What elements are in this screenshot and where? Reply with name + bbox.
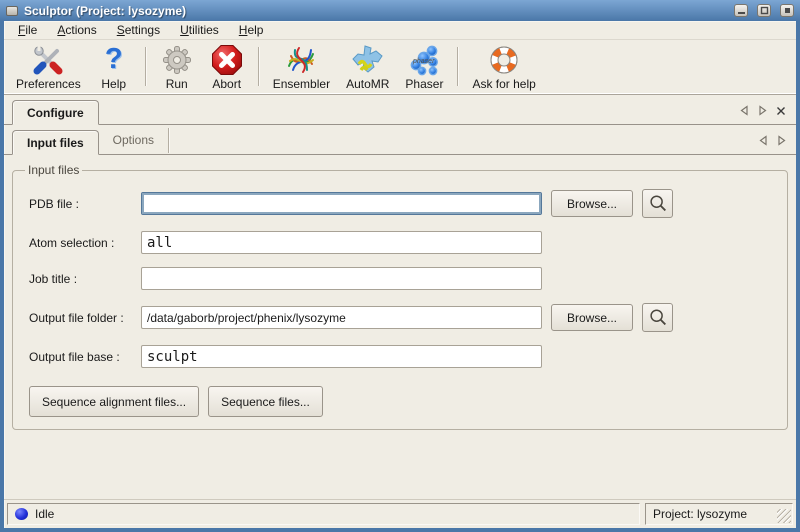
tab-scroll-right-icon[interactable] <box>777 135 786 146</box>
output-folder-row: Output file folder : Browse... <box>29 303 777 332</box>
atom-selection-input[interactable] <box>141 231 542 254</box>
menu-settings[interactable]: Settings <box>107 22 170 38</box>
sequence-alignment-files-button[interactable]: Sequence alignment files... <box>29 386 199 417</box>
blue-spheres-icon: phaser <box>407 43 441 76</box>
job-title-label: Job title : <box>29 272 141 286</box>
red-octagon-x-icon <box>210 43 244 76</box>
toolbar-preferences[interactable]: Preferences <box>8 42 89 94</box>
window-icon <box>6 6 18 16</box>
pdb-file-row: PDB file : Browse... <box>29 189 777 218</box>
toolbar-abort-label: Abort <box>212 77 241 91</box>
sub-tab-row: Input files Options <box>4 125 796 155</box>
tab-options[interactable]: Options <box>99 128 169 153</box>
menu-bar: File Actions Settings Utilities Help <box>4 21 796 39</box>
output-base-label: Output file base : <box>29 350 141 364</box>
output-base-row: Output file base : <box>29 345 777 368</box>
toolbar-run-label: Run <box>166 77 188 91</box>
window-title: Sculptor (Project: lysozyme) <box>24 4 186 18</box>
main-tab-controls <box>730 105 796 124</box>
output-folder-browse-button[interactable]: Browse... <box>551 304 633 331</box>
app-window: Sculptor (Project: lysozyme) File Action… <box>0 0 800 532</box>
phaser-icon-text: phaser <box>412 58 435 65</box>
output-folder-label: Output file folder : <box>29 311 141 325</box>
tab-scroll-left-icon[interactable] <box>740 105 749 116</box>
toolbar-separator <box>457 47 458 86</box>
window-body: File Actions Settings Utilities Help <box>4 21 796 528</box>
toolbar-ask-for-help[interactable]: Ask for help <box>464 42 543 94</box>
sequence-files-button[interactable]: Sequence files... <box>208 386 323 417</box>
close-icon <box>783 6 792 15</box>
tab-scroll-right-icon[interactable] <box>758 105 767 116</box>
input-files-group-title: Input files <box>25 163 82 177</box>
pdb-file-label: PDB file : <box>29 197 141 211</box>
menu-actions[interactable]: Actions <box>47 22 106 38</box>
output-base-input[interactable] <box>141 345 542 368</box>
tab-scroll-left-icon[interactable] <box>759 135 768 146</box>
toolbar-phaser-label: Phaser <box>405 77 443 91</box>
tab-input-files[interactable]: Input files <box>12 130 99 155</box>
pdb-browse-button[interactable]: Browse... <box>551 190 633 217</box>
menu-file[interactable]: File <box>8 22 47 38</box>
tab-configure[interactable]: Configure <box>12 100 99 125</box>
status-cell-project: Project: lysozyme <box>645 503 793 525</box>
toolbar-separator <box>258 47 259 86</box>
menu-help[interactable]: Help <box>229 22 274 38</box>
configure-panel: Input files PDB file : Browse... Atom se… <box>4 155 796 499</box>
toolbar-separator <box>145 47 146 86</box>
toolbar-help[interactable]: ? Help <box>89 42 139 94</box>
input-files-group: Input files PDB file : Browse... Atom se… <box>12 163 788 430</box>
project-label: Project: lysozyme <box>653 507 747 521</box>
toolbar-run[interactable]: Run <box>152 42 202 94</box>
protein-ribbons-icon <box>284 43 318 76</box>
toolbar-ask-for-help-label: Ask for help <box>472 77 535 91</box>
toolbar-ensembler[interactable]: Ensembler <box>265 42 338 94</box>
status-indicator-icon <box>15 508 28 520</box>
toolbar-abort[interactable]: Abort <box>202 42 252 94</box>
toolbar-preferences-label: Preferences <box>16 77 81 91</box>
tab-close-icon[interactable] <box>776 106 786 116</box>
output-folder-search-button[interactable] <box>642 303 673 332</box>
toolbar-automr[interactable]: AutoMR <box>338 42 397 94</box>
atom-selection-label: Atom selection : <box>29 236 141 250</box>
blue-molecule-icon <box>351 43 385 76</box>
question-mark-icon: ? <box>97 43 131 76</box>
status-cell-left: Idle <box>7 503 640 525</box>
pdb-search-button[interactable] <box>642 189 673 218</box>
resize-grip[interactable] <box>777 509 791 523</box>
job-title-input[interactable] <box>141 267 542 290</box>
gear-icon <box>160 43 194 76</box>
sub-tab-controls <box>749 135 796 154</box>
status-text: Idle <box>35 507 54 521</box>
main-tab-row: Configure <box>4 95 796 125</box>
toolbar-ensembler-label: Ensembler <box>273 77 330 91</box>
output-folder-input[interactable] <box>141 306 542 329</box>
atom-selection-row: Atom selection : <box>29 231 777 254</box>
title-bar: Sculptor (Project: lysozyme) <box>0 0 800 21</box>
minimize-icon <box>737 6 746 15</box>
lifebuoy-icon <box>487 43 521 76</box>
toolbar-phaser[interactable]: phaser Phaser <box>397 42 451 94</box>
magnifier-icon <box>647 193 669 215</box>
job-title-row: Job title : <box>29 267 777 290</box>
crossed-tools-icon <box>31 43 65 76</box>
maximize-button[interactable] <box>757 4 771 17</box>
maximize-icon <box>760 6 769 15</box>
status-bar: Idle Project: lysozyme <box>4 499 796 528</box>
pdb-file-input[interactable] <box>141 192 542 215</box>
menu-utilities[interactable]: Utilities <box>170 22 229 38</box>
sequence-buttons-row: Sequence alignment files... Sequence fil… <box>29 386 777 417</box>
toolbar: Preferences ? Help <box>4 39 796 95</box>
close-button[interactable] <box>780 4 794 17</box>
toolbar-automr-label: AutoMR <box>346 77 389 91</box>
magnifier-icon <box>647 307 669 329</box>
minimize-button[interactable] <box>734 4 748 17</box>
toolbar-help-label: Help <box>101 77 126 91</box>
